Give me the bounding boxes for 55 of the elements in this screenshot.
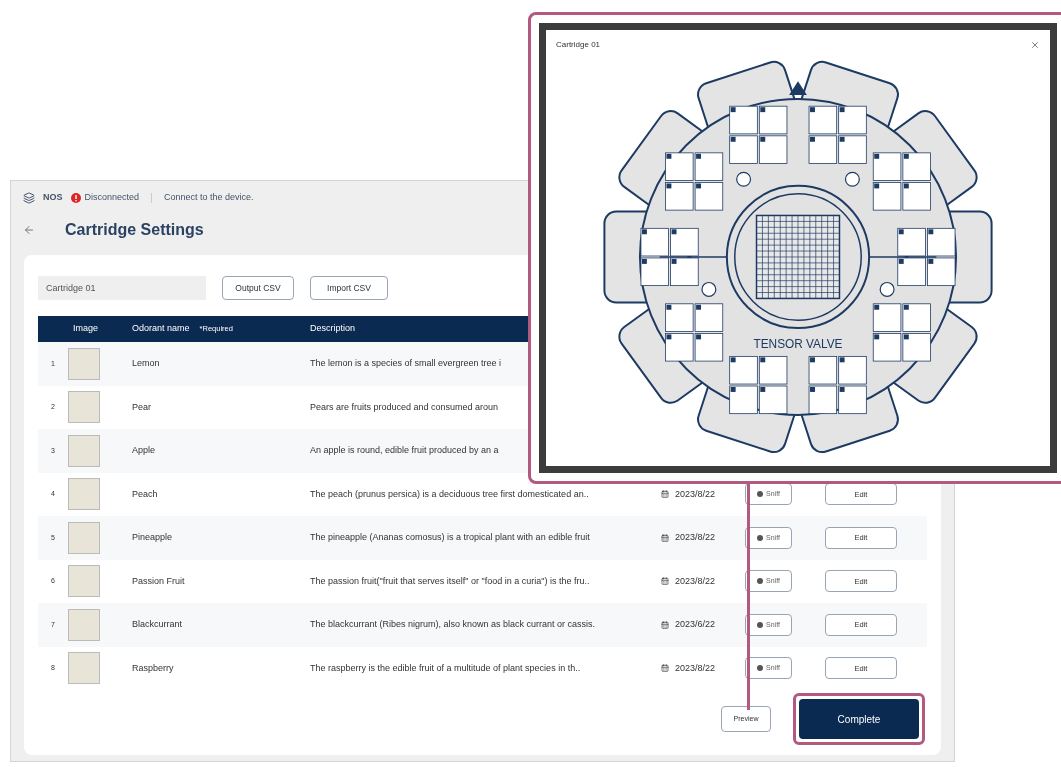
device-name: NOS (43, 191, 63, 205)
complete-button[interactable]: Complete (799, 699, 919, 739)
description-cell-text: Pears are fruits produced and consumed aroun (310, 400, 500, 414)
dialog-title: Cartridge 01 (556, 39, 601, 51)
column-header: Description (310, 322, 357, 336)
photo-placeholder (68, 608, 100, 641)
description-cell-text: The blackcurrant (Ribes nigrum), also known as black currant or cassis. (310, 618, 597, 631)
date-cell-text: 2023/6/22 (675, 618, 716, 631)
date-cell: 2023/8/22 (675, 661, 716, 675)
odorant-name: Apple (132, 444, 157, 457)
back-icon[interactable] (23, 224, 35, 236)
odorant-name: Raspberry (132, 661, 175, 675)
photo-placeholder (68, 434, 100, 467)
odorant-name: Pineapple (132, 531, 174, 544)
sniff-icon (757, 578, 764, 585)
photo-placeholder (68, 652, 100, 685)
column-header: Image (72, 322, 99, 336)
page-title: Cartridge Settings (65, 220, 204, 240)
odorant-name: Passion Fruit (132, 574, 186, 588)
column-header: Odorant name (132, 322, 190, 336)
odorant-name: Lemon (132, 357, 161, 370)
photo-placeholder (68, 521, 100, 554)
odorant-name: Pear (132, 400, 152, 414)
calendar-icon (661, 577, 669, 586)
import-csv-button[interactable]: Import CSV (310, 276, 388, 300)
description-cell-text: The peach (prunus persica) is a deciduous tree first domesticated an.. (310, 487, 590, 501)
calendar-icon (661, 664, 669, 673)
cartridge-name-field[interactable]: Cartridge 01 (38, 276, 206, 300)
sniff-icon (757, 491, 764, 498)
description-cell-text: The lemon is a species of small evergreen tree i (310, 357, 503, 370)
sniff-icon (757, 534, 764, 541)
odorant-name: Blackcurrant (132, 618, 184, 631)
calendar-icon (661, 533, 669, 542)
date-cell: 2023/8/22 (675, 574, 716, 588)
photo-placeholder (68, 478, 100, 511)
date-cell-text: 2023/8/22 (675, 531, 716, 544)
photo-placeholder (68, 565, 100, 598)
description-cell-text: The passion fruit("fruit that serves itself" or "food in a curia") is the fru.. (310, 574, 591, 588)
sniff-icon (757, 621, 764, 628)
description-cell-text: An apple is round, edible fruit produced by an a (310, 444, 500, 457)
date-cell: 2023/8/22 (675, 487, 716, 501)
status-message: Connect to the device. (164, 191, 254, 205)
valve-label: TENSOR VALVE (753, 336, 843, 351)
odorant-name: Peach (132, 487, 159, 501)
description-cell-text: The pineapple (Ananas comosus) is a tropical plant with an edible fruit (310, 531, 591, 544)
output-csv-button[interactable]: Output CSV (222, 276, 294, 300)
close-icon[interactable] (1030, 40, 1040, 50)
description-cell-text: The raspberry is the edible fruit of a multitude of plant species in th.. (310, 661, 582, 675)
calendar-icon (661, 490, 669, 499)
calendar-icon (661, 620, 669, 629)
photo-placeholder (68, 391, 100, 424)
sniff-icon (757, 665, 764, 672)
connection-status: Disconnected (84, 191, 140, 205)
photo-placeholder (68, 347, 100, 380)
device-icon (23, 192, 35, 204)
